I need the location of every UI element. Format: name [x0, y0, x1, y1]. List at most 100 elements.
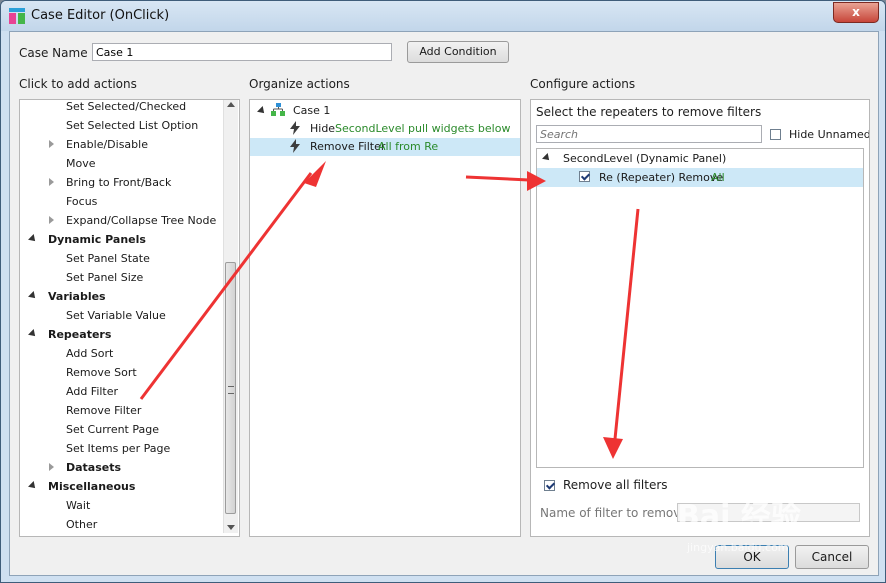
- add-condition-button[interactable]: Add Condition: [407, 41, 509, 63]
- middle-panel-header: Organize actions: [249, 77, 350, 91]
- action-category[interactable]: Repeaters: [20, 325, 220, 343]
- expand-icon[interactable]: [49, 178, 54, 186]
- action-item[interactable]: Set Current Page: [20, 420, 220, 438]
- action-category[interactable]: Dynamic Panels: [20, 230, 220, 248]
- action-item[interactable]: Bring to Front/Back: [20, 173, 220, 191]
- action-verb: Remove Filter: [310, 140, 386, 153]
- collapse-icon[interactable]: [28, 234, 38, 244]
- repeater-tree: SecondLevel (Dynamic Panel) Re (Repeater…: [536, 148, 864, 468]
- action-item[interactable]: Set Items per Page: [20, 439, 220, 457]
- watermark: Bai 经验: [677, 499, 801, 534]
- remove-all-filters-checkbox[interactable]: [544, 480, 555, 491]
- action-category[interactable]: Datasets: [20, 458, 220, 476]
- scroll-up-icon[interactable]: [227, 102, 235, 107]
- case-editor-window: Case Editor (OnClick) x Case Name Add Co…: [0, 0, 886, 583]
- lightning-icon: [290, 121, 300, 135]
- app-icon: [9, 8, 25, 24]
- expand-icon[interactable]: [49, 216, 54, 224]
- action-item-label: Dynamic Panels: [48, 233, 146, 246]
- action-item[interactable]: Set Selected List Option: [20, 116, 220, 134]
- action-item[interactable]: Other: [20, 515, 220, 533]
- action-item[interactable]: Set Variable Value: [20, 306, 220, 324]
- action-item-label: Set Panel State: [66, 252, 150, 265]
- action-item-label: Other: [66, 518, 98, 531]
- action-item-label: Set Selected/Checked: [66, 100, 187, 113]
- action-item-label: Add Filter: [66, 385, 119, 398]
- action-row[interactable]: Hide SecondLevel pull widgets below: [250, 120, 520, 138]
- organize-actions-panel: Case 1 Hide SecondLevel pull widgets bel…: [249, 99, 521, 537]
- collapse-icon[interactable]: [542, 153, 552, 163]
- action-verb: Hide: [310, 122, 336, 135]
- action-item-label: Set Selected List Option: [66, 119, 199, 132]
- action-item-label: Enable/Disable: [66, 138, 148, 151]
- case-name-input[interactable]: [92, 43, 392, 61]
- action-item[interactable]: Set Selected/Checked: [20, 100, 220, 115]
- expand-icon[interactable]: [49, 463, 54, 471]
- action-item-label: Repeaters: [48, 328, 112, 341]
- action-item-label: Set Panel Size: [66, 271, 144, 284]
- cancel-button[interactable]: Cancel: [795, 545, 869, 569]
- configure-subheader: Select the repeaters to remove filters: [536, 105, 762, 119]
- collapse-icon[interactable]: [257, 106, 267, 116]
- configure-actions-panel: Select the repeaters to remove filters H…: [530, 99, 870, 537]
- action-item[interactable]: Set Panel Size: [20, 268, 220, 286]
- action-item[interactable]: Expand/Collapse Tree Node: [20, 211, 220, 229]
- action-item[interactable]: Set Panel State: [20, 249, 220, 267]
- collapse-icon[interactable]: [28, 329, 38, 339]
- right-panel-header: Configure actions: [530, 77, 636, 91]
- action-item-label: Expand/Collapse Tree Node: [66, 214, 217, 227]
- action-item-label: Add Sort: [66, 347, 114, 360]
- action-item-label: Set Current Page: [66, 423, 160, 436]
- action-item-label: Remove Filter: [66, 404, 142, 417]
- scrollbar-thumb[interactable]: [225, 262, 236, 514]
- action-item-label: Move: [66, 157, 96, 170]
- tree-child-label: Re (Repeater) Remove: [599, 171, 724, 184]
- scrollbar[interactable]: [223, 100, 238, 533]
- repeater-checkbox[interactable]: [579, 171, 590, 182]
- action-item[interactable]: Enable/Disable: [20, 135, 220, 153]
- action-item-label: Variables: [48, 290, 106, 303]
- case-name-label: Case Name: [19, 46, 88, 60]
- collapse-icon[interactable]: [28, 481, 38, 491]
- action-item[interactable]: Move: [20, 154, 220, 172]
- action-item-label: Remove Sort: [66, 366, 137, 379]
- tree-child-detail: All: [711, 171, 725, 184]
- action-item-label: Set Variable Value: [66, 309, 166, 322]
- grip-icon: [228, 386, 234, 394]
- tree-parent[interactable]: SecondLevel (Dynamic Panel): [563, 152, 726, 165]
- hide-unnamed-checkbox[interactable]: [770, 129, 781, 140]
- case-node[interactable]: Case 1: [293, 104, 330, 117]
- action-item[interactable]: Remove Sort: [20, 363, 220, 381]
- action-item[interactable]: Wait: [20, 496, 220, 514]
- filter-name-label: Name of filter to remove: [540, 506, 688, 520]
- case-tree-icon: [271, 103, 285, 116]
- action-item[interactable]: Add Sort: [20, 344, 220, 362]
- left-panel-header: Click to add actions: [19, 77, 137, 91]
- scroll-down-icon[interactable]: [227, 525, 235, 530]
- action-item-label: Bring to Front/Back: [66, 176, 172, 189]
- watermark-url: jingyan.baidu.com: [687, 541, 789, 554]
- lightning-icon: [290, 139, 300, 153]
- action-item-label: Wait: [66, 499, 91, 512]
- title-bar[interactable]: Case Editor (OnClick) x: [1, 1, 885, 31]
- action-detail: All from Re: [378, 140, 439, 153]
- action-item[interactable]: Remove Filter: [20, 401, 220, 419]
- tree-child-row[interactable]: Re (Repeater) Remove All: [537, 168, 863, 187]
- search-input[interactable]: [536, 125, 762, 143]
- action-category[interactable]: Variables: [20, 287, 220, 305]
- action-item[interactable]: Focus: [20, 192, 220, 210]
- action-item-label: Focus: [66, 195, 98, 208]
- action-row-selected[interactable]: Remove Filter All from Re: [250, 138, 520, 156]
- actions-palette: Set Selected/Checked Set Selected List Op…: [19, 99, 240, 537]
- hide-unnamed-label: Hide Unnamed: [789, 128, 870, 141]
- close-button[interactable]: x: [833, 2, 879, 23]
- action-detail: SecondLevel pull widgets below: [335, 122, 511, 135]
- action-category[interactable]: Miscellaneous: [20, 477, 220, 495]
- action-item-label: Miscellaneous: [48, 480, 136, 493]
- action-item[interactable]: Add Filter: [20, 382, 220, 400]
- window-title: Case Editor (OnClick): [31, 8, 170, 23]
- action-item-label: Set Items per Page: [66, 442, 171, 455]
- expand-icon[interactable]: [49, 140, 54, 148]
- remove-all-filters-label: Remove all filters: [563, 478, 668, 492]
- collapse-icon[interactable]: [28, 291, 38, 301]
